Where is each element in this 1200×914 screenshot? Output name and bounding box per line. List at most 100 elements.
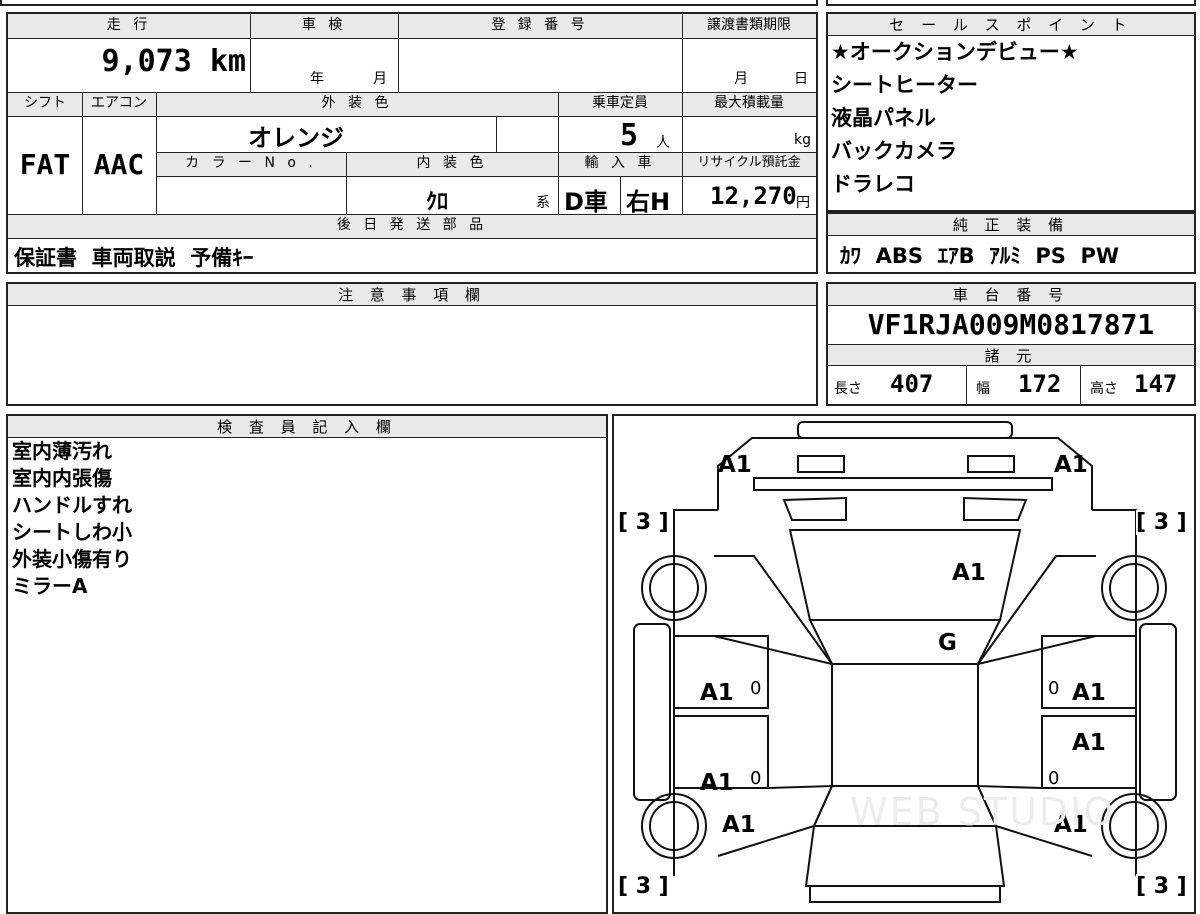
transfer-day: 日 xyxy=(794,71,808,87)
spec-row: 長さ 407 幅 172 高さ 147 xyxy=(828,366,1194,404)
import-type-value: D車 xyxy=(564,188,608,216)
mark-zero: 0 xyxy=(1048,768,1060,789)
mark-right-front-door: A1 xyxy=(1072,680,1106,706)
damage-diagram-box: A1 A1 A1 G A1 A1 A1 A1 A1 A1 0 0 0 0 [ 3… xyxy=(612,414,1196,914)
inspection-month: 月 xyxy=(373,71,387,87)
mark-left-rear-door: A1 xyxy=(700,770,734,796)
rule xyxy=(398,14,399,92)
fog-left-shape xyxy=(782,496,847,521)
color-value: オレンジ xyxy=(248,124,344,152)
top-strip-right xyxy=(826,0,1196,6)
interior-header: 内 装 色 xyxy=(346,152,558,176)
rule xyxy=(620,176,621,214)
height-value: 147 xyxy=(1134,370,1178,398)
rule xyxy=(156,176,816,177)
equipment-header: 純 正 装 備 xyxy=(828,214,1194,236)
mark-zero: 0 xyxy=(1048,678,1060,699)
rule xyxy=(8,38,816,39)
inspection-year: 年 xyxy=(310,71,324,87)
watermark: WEB STUDIO xyxy=(850,790,1116,834)
capacity-value: 5 xyxy=(620,118,639,153)
roof-shape xyxy=(831,663,979,787)
rule xyxy=(156,116,816,117)
mirror-left-shape xyxy=(633,623,671,801)
sales-points-header: セ ー ル ス ポ イ ン ト xyxy=(828,14,1194,36)
headlight-left-shape xyxy=(797,455,845,473)
interior-unit: 系 xyxy=(536,195,550,211)
headlight-right-shape xyxy=(967,455,1015,473)
capacity-unit: 人 xyxy=(656,135,670,151)
tire-rr-inner-shape xyxy=(1109,801,1159,851)
vehicle-info-table: 走 行 車 検 登 録 番 号 譲渡書類期限 9,073 km 年 月 月 日 … xyxy=(6,12,818,274)
rule xyxy=(8,92,816,93)
mark-windshield: G xyxy=(938,630,957,656)
mileage-value: 9,073 km xyxy=(101,44,247,79)
handle-value: 右H xyxy=(626,188,671,216)
rule xyxy=(8,238,816,239)
mileage-header: 走 行 xyxy=(8,14,250,38)
inspector-header: 検 査 員 記 入 欄 xyxy=(8,416,606,438)
registration-header: 登 録 番 号 xyxy=(398,14,682,38)
later-parts-value: 保証書 車両取説 予備ｷｰ xyxy=(14,246,254,270)
mirror-right-shape xyxy=(1139,623,1177,801)
shift-value: FAT xyxy=(19,148,71,181)
color-header: 外 装 色 xyxy=(156,92,558,116)
front-end-shape xyxy=(717,437,1093,510)
mark-zero: 0 xyxy=(750,678,762,699)
rule xyxy=(1080,366,1081,404)
transfer-month: 月 xyxy=(734,71,748,87)
recycle-value: 12,270 xyxy=(710,182,797,210)
rule xyxy=(558,92,559,214)
tire-rl-tread: [ 3 ] xyxy=(618,874,669,899)
fog-right-shape xyxy=(963,496,1028,521)
inspector-note-line: ハンドルすれ xyxy=(12,493,132,517)
length-label: 長さ xyxy=(834,381,862,397)
sales-point-item: バックカメラ xyxy=(831,139,957,163)
inspector-note-line: 外装小傷有り xyxy=(12,547,132,571)
mark-bonnet: A1 xyxy=(952,560,986,586)
inspector-note-line: ミラーA xyxy=(12,574,88,598)
rule xyxy=(82,92,83,214)
import-header: 輸 入 車 xyxy=(558,152,682,176)
height-label: 高さ xyxy=(1090,381,1118,397)
ac-value: AAC xyxy=(93,148,145,181)
sales-point-item: ★オークションデビュー★ xyxy=(831,40,1079,64)
rule xyxy=(8,214,816,215)
interior-value: ｸﾛ xyxy=(426,190,449,215)
tire-fr-inner-shape xyxy=(1109,563,1159,613)
mark-left-rear-fender: A1 xyxy=(722,812,756,838)
later-parts-header: 後 日 発 送 部 品 xyxy=(8,214,816,238)
load-unit: kg xyxy=(794,132,811,148)
width-label: 幅 xyxy=(976,381,990,397)
chassis-box: 車 台 番 号 VF1RJA009M0817871 諸 元 長さ 407 幅 1… xyxy=(826,282,1196,406)
top-strip xyxy=(0,0,818,6)
rule xyxy=(156,152,816,153)
tire-fr-shape xyxy=(1101,555,1167,621)
width-value: 172 xyxy=(1018,370,1062,398)
inspector-box: 検 査 員 記 入 欄 室内薄汚れ 室内内張傷 ハンドルすれ シートしわ小 外装小傷有り… xyxy=(6,414,608,914)
sales-point-item: シートヒーター xyxy=(831,73,978,97)
notes-box: 注 意 事 項 欄 xyxy=(6,282,818,406)
tire-rr-tread: [ 3 ] xyxy=(1136,874,1187,899)
sales-point-item: 液晶パネル xyxy=(831,106,936,130)
tire-fr-tread: [ 3 ] xyxy=(1136,510,1187,535)
shift-header: シフト xyxy=(8,92,82,116)
mark-right-rear-door: A1 xyxy=(1072,730,1106,756)
mark-front-left: A1 xyxy=(718,452,752,478)
inspection-header: 車 検 xyxy=(250,14,398,38)
sales-points-box: セ ー ル ス ポ イ ン ト ★オークションデビュー★ シートヒーター 液晶パネル… xyxy=(826,12,1196,212)
chassis-header: 車 台 番 号 xyxy=(828,284,1194,306)
inspector-note-line: 室内薄汚れ xyxy=(12,439,112,463)
mark-front-right: A1 xyxy=(1054,452,1088,478)
ac-header: エアコン xyxy=(82,92,156,116)
chassis-number: VF1RJA009M0817871 xyxy=(867,308,1155,341)
front-bumper-shape xyxy=(797,421,1013,439)
notes-header: 注 意 事 項 欄 xyxy=(8,284,816,306)
rule xyxy=(346,152,347,214)
color-no-header: カ ラ ー N o . xyxy=(156,152,346,176)
mark-left-front-door: A1 xyxy=(700,680,734,706)
capacity-header: 乗車定員 xyxy=(558,92,682,116)
rule xyxy=(496,116,497,152)
rule xyxy=(682,14,683,214)
maxload-header: 最大積載量 xyxy=(682,92,816,116)
